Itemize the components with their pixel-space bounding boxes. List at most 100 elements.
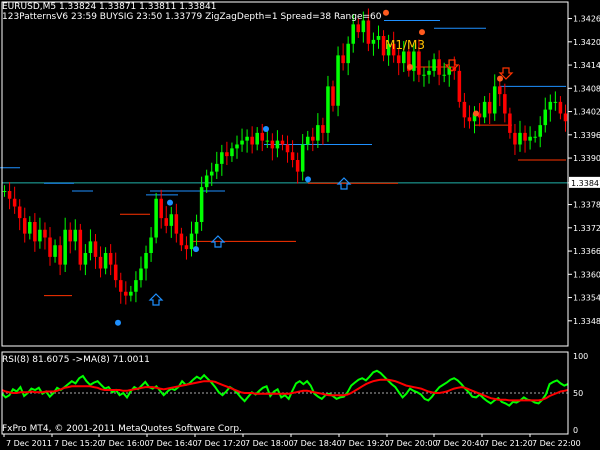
candle-body <box>528 136 532 141</box>
candle-body <box>366 20 371 44</box>
price-chart <box>0 8 568 326</box>
indicator-params-label: 123PatternsV6 23:59 BUYSIG 23:50 1.33779… <box>2 12 382 22</box>
price-tick-label: 1.33665 <box>573 247 600 256</box>
candle-body <box>417 51 421 75</box>
candle-body <box>73 229 78 242</box>
price-tick-label: 1.33545 <box>573 294 600 303</box>
candle-body <box>336 55 340 106</box>
swing-point-dot <box>473 110 479 117</box>
copyright-footer: FxPro MT4, © 2001-2011 MetaQuotes Softwa… <box>2 424 242 434</box>
candle-body <box>83 253 88 265</box>
candle-body <box>305 136 310 145</box>
candle-body <box>558 101 563 114</box>
candle-body <box>139 268 143 281</box>
candle-body <box>189 233 194 250</box>
price-tick-label: 1.34205 <box>573 38 600 47</box>
price-tick-label: 1.33605 <box>573 270 600 279</box>
time-tick-label: 7 Dec 2011 <box>6 439 52 448</box>
buy-arrow-icon <box>148 293 164 306</box>
swing-point-dot <box>419 29 425 36</box>
candle-body <box>462 101 467 118</box>
candle-body <box>356 24 361 33</box>
candle-body <box>376 36 381 40</box>
candle-body <box>457 70 462 102</box>
candle-body <box>513 132 517 145</box>
time-tick-label: 7 Dec 16:40 <box>149 439 198 448</box>
candle-body <box>88 241 93 253</box>
candle-body <box>523 132 527 141</box>
candle-body <box>58 245 62 265</box>
price-tick-label: 1.33785 <box>573 201 600 210</box>
candle-body <box>154 198 158 238</box>
price-tick-label: 1.34085 <box>573 84 600 93</box>
candle-body <box>204 175 209 188</box>
chart-canvas[interactable]: 1.34265 1.34205 1.34145 1.34085 1.34025 1.339… <box>0 0 600 450</box>
current-price-label: 1.33841 <box>571 179 600 188</box>
candle-body <box>422 74 426 76</box>
candle-body <box>53 245 57 257</box>
rsi-title-label: RSI(8) 81.6075 ->MA(8) 71.0011 <box>2 355 150 365</box>
candle-body <box>467 117 472 122</box>
candle-body <box>103 253 108 269</box>
candle-body <box>7 191 12 199</box>
candle-body <box>48 237 52 257</box>
candle-body <box>285 144 290 153</box>
price-tick-label: 1.33965 <box>573 131 600 140</box>
candle-body <box>351 24 355 44</box>
candle-body <box>270 140 275 149</box>
candle-body <box>245 136 249 141</box>
candle-body <box>543 109 548 126</box>
candle-body <box>265 140 270 142</box>
candle-body <box>28 222 32 234</box>
candle-body <box>38 229 42 242</box>
candle-body <box>518 132 522 145</box>
time-tick-label: 7 Dec 21:20 <box>484 439 533 448</box>
symbol-ohlc-label: EURUSD,M5 1.33824 1.33871 1.33811 1.3384… <box>2 2 217 12</box>
rsi-line <box>1 369 569 407</box>
candle-body <box>533 136 537 138</box>
candle-body <box>108 253 113 265</box>
candle-body <box>179 233 184 246</box>
time-tick-label: 7 Dec 17:20 <box>197 439 246 448</box>
candle-body <box>199 187 204 222</box>
price-tick-label: 1.34025 <box>573 108 600 117</box>
candle-body <box>255 132 259 145</box>
candle-body <box>220 152 224 164</box>
candle-body <box>371 39 376 44</box>
candle-body <box>275 140 280 149</box>
candle-body <box>209 171 214 176</box>
rsi-tick-label: 100 <box>573 352 588 361</box>
candle-body <box>240 140 244 145</box>
candle-body <box>498 86 502 95</box>
swing-point-dot <box>383 9 389 16</box>
rsi-tick-label: 50 <box>573 389 583 398</box>
swing-point-dot <box>263 126 269 132</box>
candle-body <box>113 264 118 281</box>
swing-point-dot <box>305 176 311 183</box>
candle-body <box>396 55 401 64</box>
candle-body <box>492 86 497 114</box>
candle-body <box>442 74 446 76</box>
candle-body <box>548 101 553 110</box>
candle-body <box>553 101 558 103</box>
price-tick-label: 1.34265 <box>573 15 600 24</box>
candle-body <box>250 136 254 145</box>
candle-body <box>124 291 128 296</box>
swing-point-dot <box>115 319 121 326</box>
candle-body <box>311 136 315 141</box>
candle-body <box>503 94 507 114</box>
candle-body <box>361 20 366 33</box>
price-tick-label: 1.33485 <box>573 317 600 326</box>
candle-body <box>508 113 512 133</box>
candle-body <box>43 229 47 238</box>
candle-body <box>12 198 17 207</box>
candle-body <box>118 280 123 292</box>
candle-body <box>280 140 285 145</box>
candle-body <box>159 198 163 219</box>
candle-body <box>93 241 98 257</box>
candle-body <box>63 229 67 265</box>
candle-body <box>295 160 300 172</box>
candle-body <box>290 152 295 160</box>
candle-body <box>164 218 169 226</box>
candle-body <box>326 86 330 133</box>
